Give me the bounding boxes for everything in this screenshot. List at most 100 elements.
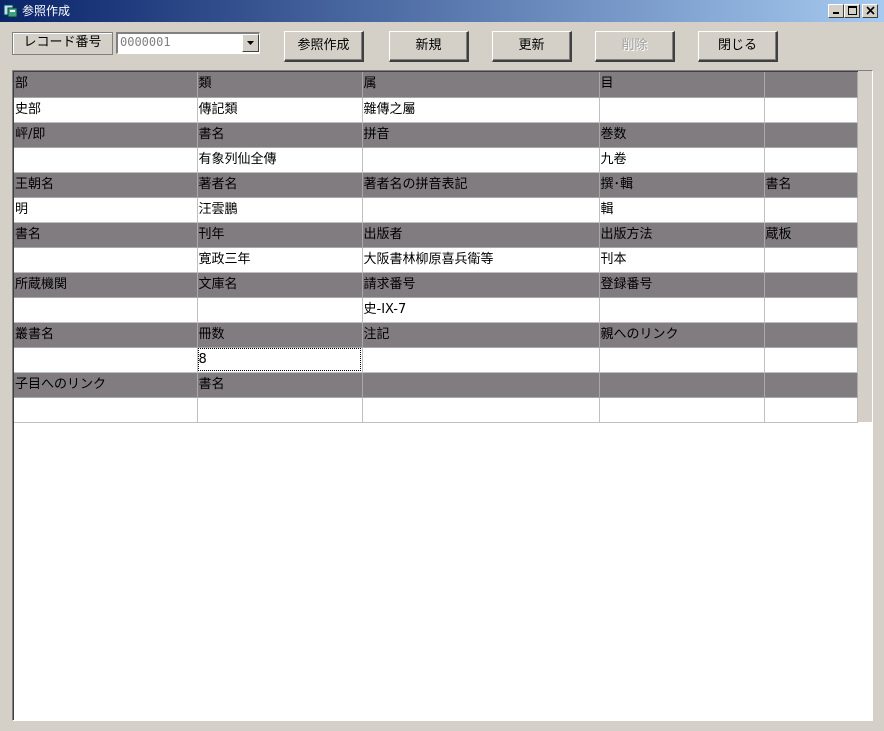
new-button[interactable]: 新規 (389, 31, 469, 62)
grid-field-label: 子目へのリンク (14, 372, 198, 398)
grid-field-label: 所蔵機関 (14, 272, 198, 298)
grid-field-label: 巻数 (599, 122, 765, 148)
close-window-button[interactable] (862, 4, 878, 18)
grid-field-label: 出版者 (362, 222, 600, 248)
grid-field-label (764, 122, 858, 148)
grid-field-label (764, 322, 858, 348)
grid-field-value[interactable] (764, 197, 858, 223)
grid-right-gutter (858, 71, 872, 422)
grid-field-value[interactable]: 史部 (14, 97, 198, 123)
grid-field-label: 部 (14, 72, 198, 98)
grid-field-value[interactable] (14, 347, 198, 373)
grid-field-label: 拼音 (362, 122, 600, 148)
grid-field-value[interactable] (197, 397, 363, 423)
grid-field-value[interactable] (362, 397, 600, 423)
grid-field-value[interactable]: 明 (14, 197, 198, 223)
maximize-button[interactable] (844, 4, 860, 18)
grid-header-row: 子目へのリンク 書名 (14, 372, 858, 398)
grid-field-label: 著者名 (197, 172, 363, 198)
grid-field-label: 著者名の拼音表記 (362, 172, 600, 198)
grid-field-value[interactable] (599, 297, 765, 323)
grid-header-row: 所蔵機関 文庫名 請求番号 登録番号 (14, 272, 858, 298)
record-grid-table: 部類属目史部 傳記類 雜傳之屬 岼/即 書名 拼音 巻数 有象列仙全傳 九卷 王朝名 著者名 著者名の… (14, 72, 858, 423)
grid-field-value[interactable]: 8 (197, 347, 363, 373)
grid-field-label (764, 372, 858, 398)
grid-field-value[interactable] (764, 97, 858, 123)
grid-field-label: 登録番号 (599, 272, 765, 298)
record-number-combo[interactable]: 0000001 (116, 32, 260, 54)
grid-field-label: 岼/即 (14, 122, 198, 148)
grid-field-label: 請求番号 (362, 272, 600, 298)
grid-field-label: 叢書名 (14, 322, 198, 348)
grid-field-value[interactable]: 九卷 (599, 147, 765, 173)
grid-field-label (362, 372, 600, 398)
grid-field-label (764, 272, 858, 298)
grid-field-label: 書名 (197, 372, 363, 398)
grid-field-value[interactable]: 輯 (599, 197, 765, 223)
grid-field-value[interactable] (599, 397, 765, 423)
create-reference-button[interactable]: 参照作成 (284, 31, 364, 62)
combo-dropdown-button[interactable] (242, 34, 259, 52)
grid-field-value[interactable] (362, 197, 600, 223)
grid-value-row: 有象列仙全傳 九卷 (14, 147, 858, 173)
grid-field-label: 目 (599, 72, 765, 98)
record-grid: 部類属目史部 傳記類 雜傳之屬 岼/即 書名 拼音 巻数 有象列仙全傳 九卷 王朝名 著者名 著者名の… (12, 70, 873, 721)
grid-header-row: 岼/即 書名 拼音 巻数 (14, 122, 858, 148)
grid-field-value[interactable] (362, 347, 600, 373)
grid-field-label (599, 372, 765, 398)
grid-field-value[interactable] (764, 397, 858, 423)
grid-field-label: 撰･輯 (599, 172, 765, 198)
record-number-label: レコード番号 (12, 32, 113, 55)
grid-field-value[interactable] (14, 147, 198, 173)
grid-field-value[interactable]: 有象列仙全傳 (197, 147, 363, 173)
grid-value-row (14, 397, 858, 423)
record-number-value: 0000001 (120, 35, 171, 49)
grid-field-label: 冊数 (197, 322, 363, 348)
grid-value-row: 寛政三年 大阪書林柳原喜兵衛等 刊本 (14, 247, 858, 273)
grid-value-row: 史部 傳記類 雜傳之屬 (14, 97, 858, 123)
grid-field-value[interactable]: 雜傳之屬 (362, 97, 600, 123)
grid-field-value[interactable] (764, 247, 858, 273)
grid-field-label: 書名 (14, 222, 198, 248)
maximize-icon (847, 6, 857, 15)
grid-field-label: 蔵板 (764, 222, 858, 248)
minimize-button[interactable] (828, 4, 844, 18)
grid-field-value[interactable] (14, 297, 198, 323)
close-button[interactable]: 閉じる (698, 31, 778, 62)
grid-field-label: 文庫名 (197, 272, 363, 298)
grid-field-value[interactable]: 汪雲鵬 (197, 197, 363, 223)
window-title: 参照作成 (22, 4, 71, 18)
grid-field-value[interactable] (197, 297, 363, 323)
grid-field-value[interactable] (14, 247, 198, 273)
grid-field-value[interactable] (764, 147, 858, 173)
grid-field-label: 王朝名 (14, 172, 198, 198)
grid-value-row: 明汪雲鵬 輯 (14, 197, 858, 223)
chevron-down-icon (247, 41, 254, 45)
delete-button[interactable]: 削除 (595, 31, 675, 62)
grid-field-label (764, 72, 858, 98)
grid-field-label: 刊年 (197, 222, 363, 248)
grid-field-label: 書名 (764, 172, 858, 198)
grid-field-value[interactable] (362, 147, 600, 173)
app-icon (3, 3, 19, 19)
grid-field-label: 書名 (197, 122, 363, 148)
grid-field-value[interactable] (764, 297, 858, 323)
grid-header-row: 部類属目 (14, 72, 858, 98)
update-button[interactable]: 更新 (492, 31, 572, 62)
grid-field-value[interactable] (599, 347, 765, 373)
grid-field-value[interactable]: 刊本 (599, 247, 765, 273)
grid-field-label: 注記 (362, 322, 600, 348)
grid-value-row: 史-IX-7 (14, 297, 858, 323)
title-bar: 参照作成 (0, 0, 884, 22)
grid-field-label: 親へのリンク (599, 322, 765, 348)
grid-header-row: 書名 刊年 出版者 出版方法 蔵板 (14, 222, 858, 248)
grid-field-value[interactable]: 寛政三年 (197, 247, 363, 273)
close-icon (865, 6, 875, 15)
grid-field-value[interactable] (599, 97, 765, 123)
grid-field-value[interactable] (14, 397, 198, 423)
grid-header-row: 叢書名 冊数 注記 親へのリンク (14, 322, 858, 348)
grid-field-value[interactable]: 史-IX-7 (362, 297, 600, 323)
grid-field-value[interactable]: 大阪書林柳原喜兵衛等 (362, 247, 600, 273)
grid-field-value[interactable] (764, 347, 858, 373)
grid-field-value[interactable]: 傳記類 (197, 97, 363, 123)
